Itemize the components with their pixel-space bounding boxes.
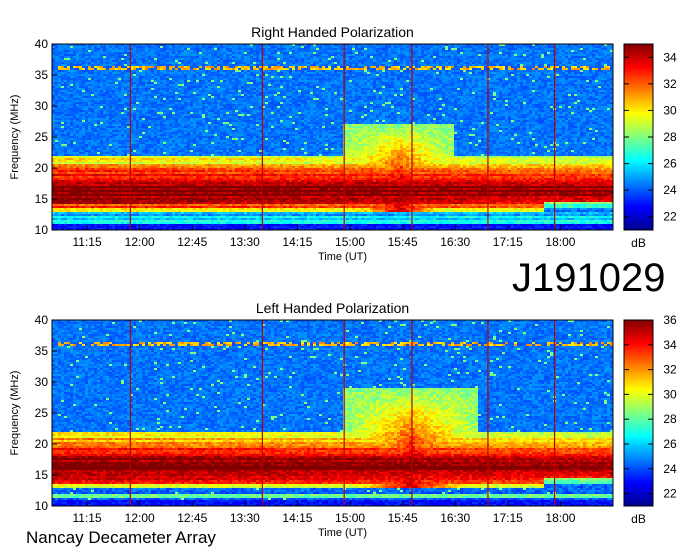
x-tick-label: 12:00 bbox=[125, 235, 155, 249]
colorbar-tick-label: 34 bbox=[663, 50, 677, 64]
y-tick-label: 20 bbox=[35, 161, 49, 175]
y-tick-label: 40 bbox=[35, 37, 49, 51]
x-tick-label: 11:15 bbox=[72, 235, 101, 249]
x-tick-label: 15:45 bbox=[388, 511, 418, 525]
x-tick-label: 15:00 bbox=[335, 511, 365, 525]
chart-title: Left Handed Polarization bbox=[256, 300, 409, 316]
x-tick-label: 16:30 bbox=[440, 235, 470, 249]
x-tick-label: 17:15 bbox=[493, 235, 523, 249]
x-tick-label: 13:30 bbox=[230, 511, 260, 525]
x-axis-label: Time (UT) bbox=[318, 527, 367, 539]
colorbar-tick-label: 34 bbox=[663, 338, 677, 352]
colorbar-tick-label: 24 bbox=[663, 462, 677, 476]
x-tick-label: 12:45 bbox=[177, 235, 207, 249]
x-tick-label: 18:00 bbox=[545, 511, 575, 525]
colorbar-label: dB bbox=[631, 512, 646, 526]
colorbar bbox=[623, 319, 654, 507]
y-tick-label: 10 bbox=[35, 499, 49, 513]
x-tick-label: 13:30 bbox=[230, 235, 260, 249]
y-tick-label: 35 bbox=[35, 344, 49, 358]
right-polarization-panel: Right Handed Polarization 11:15 12:00 12:45… bbox=[9, 24, 677, 263]
y-tick-label: 20 bbox=[35, 437, 49, 451]
y-tick-label: 40 bbox=[35, 313, 49, 327]
y-tick-label: 25 bbox=[35, 406, 49, 420]
colorbar-tick-label: 32 bbox=[663, 77, 677, 91]
x-tick-label: 16:30 bbox=[440, 511, 470, 525]
x-tick-label: 15:00 bbox=[335, 235, 365, 249]
x-axis-label: Time (UT) bbox=[318, 251, 367, 263]
colorbar-tick-label: 30 bbox=[663, 387, 677, 401]
y-tick-label: 35 bbox=[35, 68, 49, 82]
y-tick-label: 30 bbox=[35, 99, 49, 113]
x-tick-label: 17:15 bbox=[493, 511, 523, 525]
colorbar-tick-label: 26 bbox=[663, 437, 677, 451]
x-tick-label: 18:00 bbox=[545, 235, 575, 249]
colorbar-tick-label: 32 bbox=[663, 363, 677, 377]
y-tick-label: 25 bbox=[35, 130, 49, 144]
instrument-label: Nancay Decameter Array bbox=[26, 528, 216, 548]
y-axis-label: Frequency (MHz) bbox=[9, 95, 21, 180]
x-tick-label: 11:15 bbox=[72, 511, 101, 525]
spectrogram-heatmap bbox=[52, 320, 613, 506]
spectrogram-heatmap bbox=[52, 44, 613, 230]
y-tick-label: 15 bbox=[35, 468, 49, 482]
colorbar-tick-label: 22 bbox=[663, 487, 677, 501]
x-tick-label: 15:45 bbox=[388, 235, 418, 249]
y-tick-label: 10 bbox=[35, 223, 49, 237]
observation-id: J191029 bbox=[512, 258, 665, 298]
colorbar-tick-label: 30 bbox=[663, 103, 677, 117]
chart-title: Right Handed Polarization bbox=[251, 24, 414, 40]
colorbar-label: dB bbox=[631, 236, 646, 250]
colorbar-tick-label: 28 bbox=[663, 412, 677, 426]
y-tick-label: 15 bbox=[35, 192, 49, 206]
left-polarization-panel: Left Handed Polarization 11:15 12:00 12:45 1… bbox=[9, 300, 677, 539]
y-axis-label: Frequency (MHz) bbox=[9, 371, 21, 456]
colorbar-tick-label: 36 bbox=[663, 313, 677, 327]
colorbar-tick-label: 26 bbox=[663, 157, 677, 171]
colorbar-tick-label: 22 bbox=[663, 210, 677, 224]
x-tick-label: 14:15 bbox=[282, 235, 312, 249]
y-tick-label: 30 bbox=[35, 375, 49, 389]
colorbar-tick-label: 24 bbox=[663, 183, 677, 197]
x-tick-label: 14:15 bbox=[282, 511, 312, 525]
x-tick-label: 12:45 bbox=[177, 511, 207, 525]
colorbar-tick-label: 28 bbox=[663, 130, 677, 144]
x-tick-label: 12:00 bbox=[125, 511, 155, 525]
